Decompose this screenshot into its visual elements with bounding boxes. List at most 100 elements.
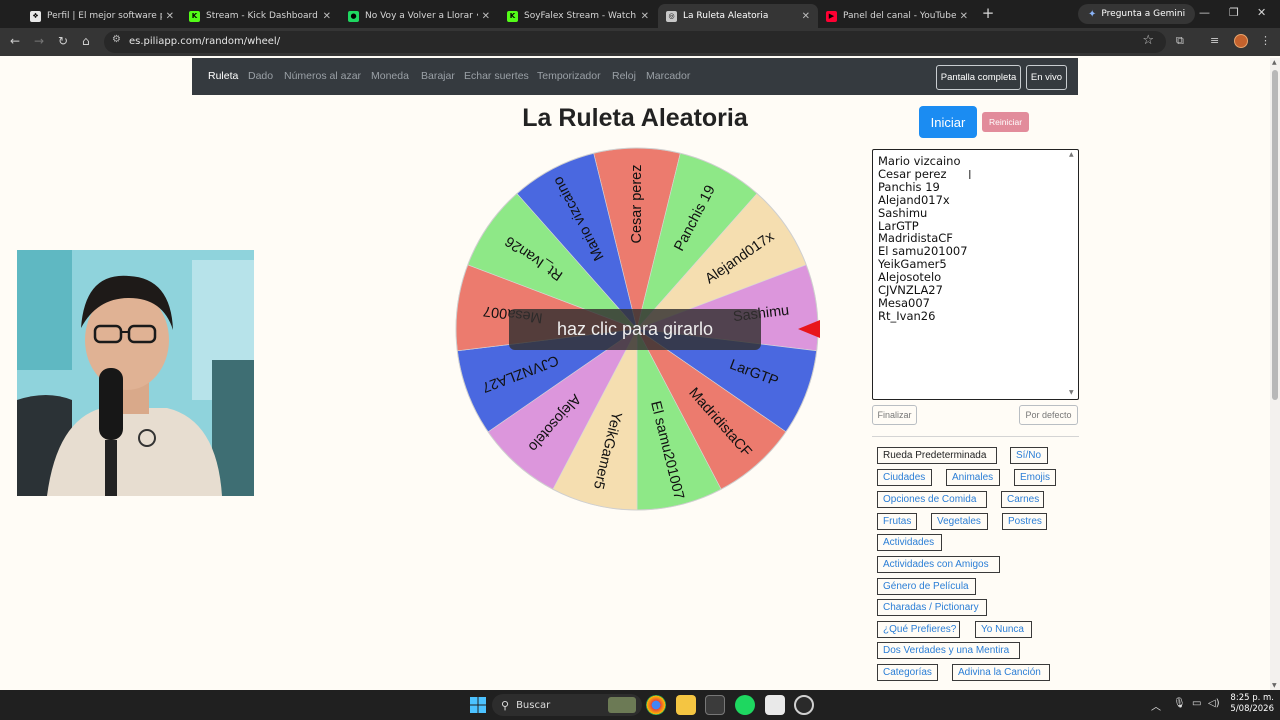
preset-button[interactable]: Categorías	[877, 664, 938, 681]
browser-tab[interactable]: K SoyFalex Stream - Watch Live o ✕	[499, 4, 657, 28]
browser-tab[interactable]: K Stream - Kick Dashboard ✕	[181, 4, 339, 28]
preset-button[interactable]: Emojis	[1014, 469, 1056, 486]
browser-tab[interactable]: ▶ Panel del canal - YouTube Studi ✕	[818, 4, 976, 28]
tab-favicon-icon: ●	[348, 10, 359, 22]
gemini-button[interactable]: ✦ Pregunta a Gemini	[1078, 4, 1196, 24]
name-entry: Alejand017x	[878, 192, 950, 207]
menu-kebab-icon[interactable]: ⋮	[1260, 34, 1271, 47]
address-bar[interactable]: ⚙ es.piliapp.com/random/wheel/ ☆	[104, 31, 1166, 53]
reset-button[interactable]: Reiniciar	[982, 112, 1029, 132]
preset-button[interactable]: Yo Nunca	[975, 621, 1032, 638]
nav-link-temporizador[interactable]: Temporizador	[537, 70, 601, 82]
names-scrollbar[interactable]: ▲ ▼	[1069, 151, 1077, 398]
nav-link-numeros[interactable]: Números al azar	[284, 70, 361, 82]
taskbar-search[interactable]: ⚲ Buscar	[492, 694, 642, 716]
names-textarea[interactable]: Mario vizcaino Cesar perez Panchis 19 Aleja…	[872, 149, 1079, 400]
obs-icon[interactable]	[794, 695, 814, 715]
preset-button[interactable]: Actividades con Amigos	[877, 556, 1000, 573]
site-info-icon[interactable]: ⚙	[112, 34, 121, 45]
document-app-icon[interactable]	[765, 695, 785, 715]
tab-close-icon[interactable]: ✕	[482, 11, 490, 22]
page-scrollbar[interactable]: ▲ ▼	[1270, 58, 1280, 690]
text-cursor-icon: I	[968, 168, 972, 182]
start-button[interactable]: Iniciar	[919, 106, 977, 138]
preset-button[interactable]: Animales	[946, 469, 1000, 486]
preset-button[interactable]: ¿Qué Prefieres?	[877, 621, 960, 638]
nav-link-dado[interactable]: Dado	[248, 70, 273, 82]
preset-button[interactable]: Frutas	[877, 513, 917, 530]
page-scroll-up-icon[interactable]: ▲	[1272, 59, 1277, 66]
close-window-icon[interactable]: ✕	[1257, 6, 1266, 19]
preset-button[interactable]: Adivina la Canción	[952, 664, 1050, 681]
home-icon[interactable]: ⌂	[82, 34, 90, 48]
preset-button[interactable]: Ciudades	[877, 469, 932, 486]
tab-title: Perfil | El mejor software para p	[47, 11, 162, 21]
preset-button[interactable]: Vegetales	[931, 513, 988, 530]
scroll-down-icon[interactable]: ▼	[1069, 389, 1074, 396]
browser-tab[interactable]: ❖ Perfil | El mejor software para p ✕	[22, 4, 182, 28]
network-icon[interactable]: ▭	[1192, 698, 1201, 709]
gemini-sparkle-icon: ✦	[1088, 8, 1097, 20]
windows-taskbar: ⚲ Buscar ︿ 🎙 ▭ ◁) 8:25 p. m. 5/08/2026	[0, 690, 1280, 720]
nav-link-reloj[interactable]: Reloj	[612, 70, 636, 82]
url-text: es.piliapp.com/random/wheel/	[129, 36, 281, 47]
divider	[872, 436, 1079, 437]
default-button[interactable]: Por defecto	[1019, 405, 1078, 425]
tab-close-icon[interactable]: ✕	[960, 11, 968, 22]
preset-button[interactable]: Sí/No	[1010, 447, 1048, 464]
tab-close-icon[interactable]: ✕	[323, 11, 331, 22]
page-title: La Ruleta Aleatoria	[522, 104, 748, 132]
forward-icon[interactable]: →	[34, 34, 44, 48]
nav-link-echar-suertes[interactable]: Echar suertes	[464, 70, 529, 82]
nav-link-barajar[interactable]: Barajar	[421, 70, 455, 82]
nav-link-moneda[interactable]: Moneda	[371, 70, 409, 82]
browser-tab[interactable]: ◎ La Ruleta Aleatoria ✕	[658, 4, 818, 28]
minimize-icon[interactable]: —	[1199, 6, 1210, 19]
preset-button[interactable]: Rueda Predeterminada	[877, 447, 997, 464]
live-button[interactable]: En vivo	[1026, 65, 1067, 90]
extensions-icon[interactable]: ⧉	[1176, 34, 1184, 48]
scroll-up-icon[interactable]: ▲	[1069, 151, 1074, 158]
preset-button[interactable]: Postres	[1002, 513, 1047, 530]
preset-button[interactable]: Actividades	[877, 534, 942, 551]
page-scroll-thumb[interactable]	[1272, 70, 1278, 400]
preset-button[interactable]: Opciones de Comida	[877, 491, 987, 508]
preset-button[interactable]: Dos Verdades y una Mentira	[877, 642, 1020, 659]
volume-icon[interactable]: ◁)	[1208, 698, 1220, 709]
reload-icon[interactable]: ↻	[58, 34, 68, 48]
finish-button[interactable]: Finalizar	[872, 405, 917, 425]
profile-avatar[interactable]	[1234, 34, 1248, 48]
preset-button[interactable]: Charadas / Pictionary	[877, 599, 987, 616]
spotify-icon[interactable]	[735, 695, 755, 715]
spin-overlay[interactable]: haz clic para girarlo	[509, 309, 761, 350]
browser-tab-bar: ❖ Perfil | El mejor software para p ✕ K Stre…	[0, 0, 1280, 28]
bookmark-star-icon[interactable]: ☆	[1142, 33, 1154, 48]
taskbar-clock[interactable]: 8:25 p. m. 5/08/2026	[1224, 693, 1274, 715]
new-tab-button[interactable]: +	[980, 5, 996, 21]
streamer-webcam-image	[17, 250, 254, 496]
file-explorer-icon[interactable]	[676, 695, 696, 715]
microphone-icon[interactable]: 🎙	[1173, 698, 1186, 709]
store-icon[interactable]	[705, 695, 725, 715]
page-scroll-down-icon[interactable]: ▼	[1272, 682, 1277, 689]
nav-link-ruleta[interactable]: Ruleta	[208, 70, 238, 82]
nav-link-marcador[interactable]: Marcador	[646, 70, 690, 82]
preset-button[interactable]: Carnes	[1001, 491, 1044, 508]
names-list: Mario vizcaino Cesar perez Panchis 19 Aleja…	[878, 155, 1073, 323]
tab-close-icon[interactable]: ✕	[166, 11, 174, 22]
tab-close-icon[interactable]: ✕	[802, 11, 810, 22]
name-entry: Sashimu	[878, 205, 928, 220]
browser-tab[interactable]: ● No Voy a Volver a Llorar • R ✕	[340, 4, 498, 28]
media-control-icon[interactable]: ≡	[1210, 34, 1219, 47]
tab-close-icon[interactable]: ✕	[641, 11, 649, 22]
back-icon[interactable]: ←	[10, 34, 20, 48]
gemini-label: Pregunta a Gemini	[1101, 9, 1186, 19]
clock-time: 8:25 p. m.	[1230, 693, 1274, 703]
fullscreen-button[interactable]: Pantalla completa	[936, 65, 1021, 90]
tab-favicon-icon: K	[507, 10, 518, 22]
preset-button[interactable]: Género de Película	[877, 578, 976, 595]
chrome-icon[interactable]	[646, 695, 666, 715]
maximize-icon[interactable]: ❐	[1229, 6, 1239, 19]
windows-start-icon[interactable]	[468, 695, 488, 715]
tray-chevron-up-icon[interactable]: ︿	[1151, 698, 1161, 713]
